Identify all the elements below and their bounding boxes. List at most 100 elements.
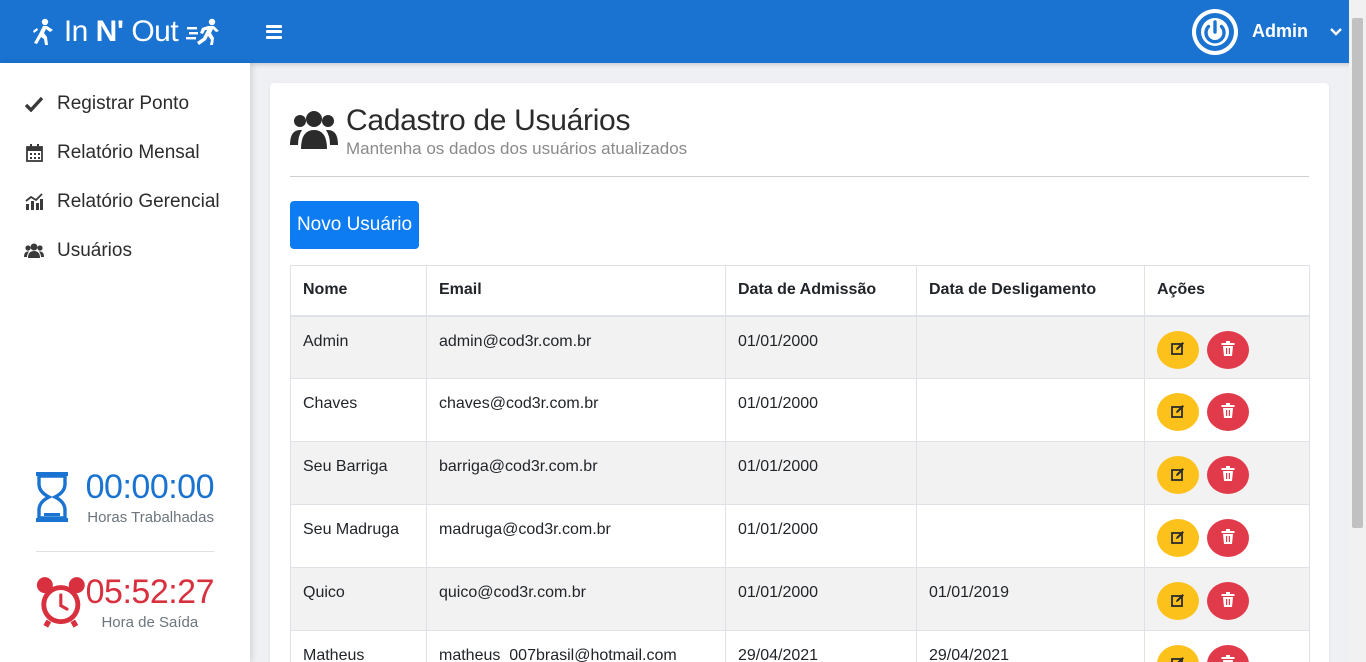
user-name: Admin: [1252, 21, 1308, 41]
cell-end-date: [916, 504, 1145, 568]
cell-start-date: 01/01/2000: [725, 567, 917, 631]
exit-time-widget: 05:52:27 Hora de Saída: [36, 573, 215, 631]
table-row: Quico quico@cod3r.com.br 01/01/2000 01/01/2…: [290, 567, 1310, 631]
divider: [36, 551, 214, 552]
sidebar-item-relatorio-mensal[interactable]: Relatório Mensal: [0, 128, 250, 177]
cell-start-date: 01/01/2000: [725, 504, 917, 568]
trash-icon: [1221, 466, 1235, 484]
edit-icon: [1171, 656, 1185, 662]
cell-end-date: [916, 315, 1145, 379]
column-header-end-date[interactable]: Data de Desligamento: [916, 265, 1145, 317]
trash-icon: [1221, 592, 1235, 610]
cell-actions: [1144, 441, 1310, 505]
column-header-start-date[interactable]: Data de Admissão: [725, 265, 917, 317]
chevron-down-icon: [1330, 27, 1342, 36]
top-header: In N' Out Admin: [0, 0, 1366, 63]
table-row: Admin admin@cod3r.com.br 01/01/2000: [290, 315, 1310, 379]
delete-user-button[interactable]: [1207, 456, 1249, 494]
exit-time: 05:52:27: [85, 573, 215, 611]
worked-hours-widget: 00:00:00 Horas Trabalhadas: [36, 468, 215, 526]
cell-end-date: 29/04/2021: [916, 630, 1145, 662]
edit-user-button[interactable]: [1157, 582, 1199, 620]
cell-start-date: 01/01/2000: [725, 378, 917, 442]
brand-logo[interactable]: In N' Out: [0, 0, 250, 63]
trash-icon: [1221, 655, 1235, 662]
table-row: Seu Madruga madruga@cod3r.com.br 01/01/200…: [290, 504, 1310, 568]
alarm-clock-icon: [36, 577, 85, 628]
cell-name: Admin: [290, 315, 427, 379]
hourglass-icon: [36, 472, 68, 522]
cell-actions: [1144, 378, 1310, 442]
trash-icon: [1221, 529, 1235, 547]
sidebar: Registrar Ponto Relatório Mensal Relatór…: [0, 63, 250, 662]
edit-user-button[interactable]: [1157, 393, 1199, 431]
worked-label: Horas Trabalhadas: [87, 509, 214, 526]
cell-email: quico@cod3r.com.br: [426, 567, 726, 631]
cell-start-date: 01/01/2000: [725, 315, 917, 379]
page-subtitle: Mantenha os dados dos usuários atualizad…: [346, 139, 688, 158]
column-header-name[interactable]: Nome: [290, 265, 427, 317]
sidebar-item-relatorio-gerencial[interactable]: Relatório Gerencial: [0, 177, 250, 226]
cell-name: Seu Barriga: [290, 441, 427, 505]
edit-user-button[interactable]: [1157, 645, 1199, 662]
sidebar-item-label: Relatório Mensal: [57, 141, 200, 163]
page-header: Cadastro de Usuários Mantenha os dados d…: [290, 103, 1309, 177]
cell-email: madruga@cod3r.com.br: [426, 504, 726, 568]
users-table: Nome Email Data de Admissão Data de Desl…: [290, 265, 1310, 662]
exit-label: Hora de Saída: [101, 614, 199, 631]
new-user-button[interactable]: Novo Usuário: [290, 201, 419, 249]
cell-email: barriga@cod3r.com.br: [426, 441, 726, 505]
sidebar-item-registrar-ponto[interactable]: Registrar Ponto: [0, 79, 250, 128]
cell-name: Chaves: [290, 378, 427, 442]
edit-icon: [1171, 593, 1185, 610]
power-icon: [1196, 12, 1234, 51]
cell-end-date: 01/01/2019: [916, 567, 1145, 631]
cell-start-date: 29/04/2021: [725, 630, 917, 662]
table-row: Matheus matheus_007brasil@hotmail.com 29/0…: [290, 630, 1310, 662]
users-icon: [290, 111, 338, 149]
menu-toggle-button[interactable]: [266, 24, 282, 39]
trash-icon: [1221, 403, 1235, 421]
cell-actions: [1144, 315, 1310, 379]
edit-icon: [1171, 530, 1185, 547]
edit-icon: [1171, 467, 1185, 484]
cell-end-date: [916, 378, 1145, 442]
sidebar-item-label: Relatório Gerencial: [57, 190, 220, 212]
cell-end-date: [916, 441, 1145, 505]
users-icon: [24, 243, 44, 258]
delete-user-button[interactable]: [1207, 330, 1249, 369]
user-menu[interactable]: Admin: [1192, 8, 1342, 55]
main-card: Cadastro de Usuários Mantenha os dados d…: [270, 83, 1329, 662]
delete-user-button[interactable]: [1207, 645, 1249, 662]
worked-time: 00:00:00: [85, 468, 215, 506]
brand-name: In N' Out: [63, 14, 179, 48]
sidebar-item-usuarios[interactable]: Usuários: [0, 226, 250, 275]
walking-icon: [32, 18, 53, 45]
table-row: Chaves chaves@cod3r.com.br 01/01/2000: [290, 378, 1310, 442]
cell-name: Seu Madruga: [290, 504, 427, 568]
edit-user-button[interactable]: [1157, 456, 1199, 494]
cell-start-date: 01/01/2000: [725, 441, 917, 505]
check-icon: [24, 96, 44, 112]
column-header-email[interactable]: Email: [426, 265, 726, 317]
scrollbar-thumb[interactable]: [1352, 18, 1363, 528]
delete-user-button[interactable]: [1207, 393, 1249, 431]
sidebar-item-label: Usuários: [57, 239, 132, 261]
cell-name: Matheus: [290, 630, 427, 662]
sidebar-item-label: Registrar Ponto: [57, 92, 190, 114]
table-row: Seu Barriga barriga@cod3r.com.br 01/01/200…: [290, 441, 1310, 505]
page-title: Cadastro de Usuários: [346, 104, 631, 137]
edit-icon: [1171, 404, 1185, 421]
avatar: [1192, 8, 1238, 55]
cell-actions: [1144, 567, 1310, 631]
delete-user-button[interactable]: [1207, 519, 1249, 557]
page-scrollbar[interactable]: [1349, 0, 1366, 662]
cell-name: Quico: [290, 567, 427, 631]
cell-actions: [1144, 630, 1310, 662]
delete-user-button[interactable]: [1207, 582, 1249, 620]
edit-user-button[interactable]: [1157, 519, 1199, 557]
chart-icon: [24, 193, 44, 210]
edit-user-button[interactable]: [1157, 330, 1199, 369]
column-header-actions: Ações: [1144, 265, 1310, 317]
cell-email: admin@cod3r.com.br: [426, 315, 726, 379]
